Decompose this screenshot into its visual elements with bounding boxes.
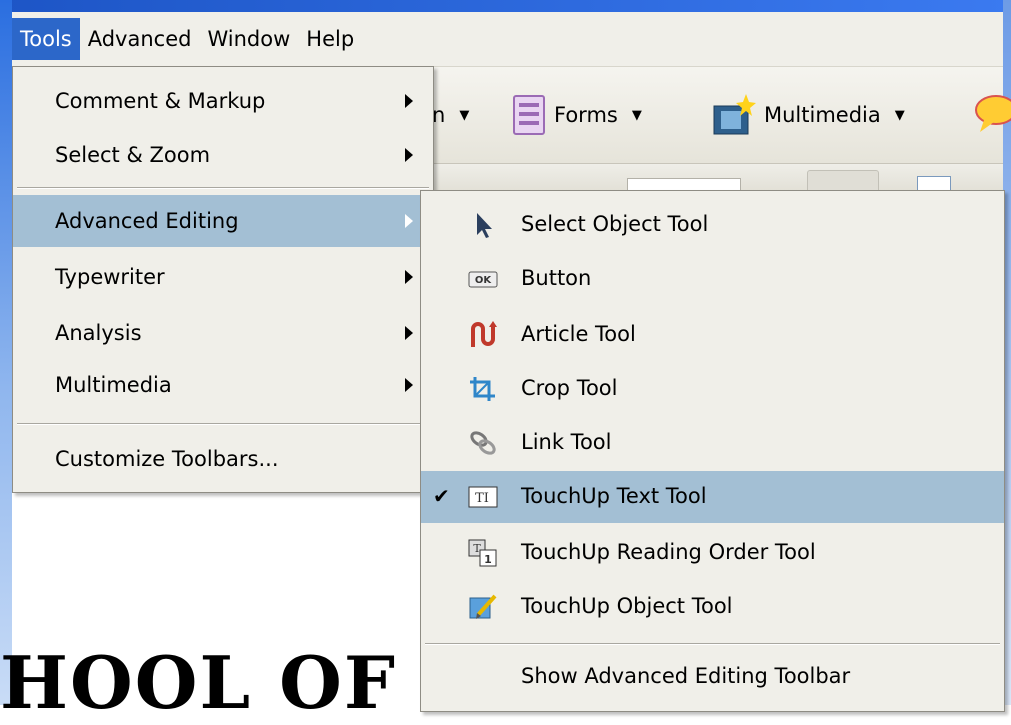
submenu-item-label: TouchUp Object Tool [521,594,733,618]
chevron-down-icon: ▼ [631,107,642,123]
menu-tools[interactable]: Tools [12,18,80,60]
submenu-arrow-icon [405,378,413,392]
menu-separator [17,423,429,425]
multimedia-icon [713,94,756,135]
submenu-item-label: TouchUp Reading Order Tool [521,540,816,564]
submenu-arrow-icon [405,326,413,340]
menu-window[interactable]: Window [199,18,298,60]
submenu-item-crop-tool[interactable]: Crop Tool [421,363,1004,415]
touchup-object-icon [469,594,497,619]
submenu-arrow-icon [405,270,413,284]
menu-item-label: Typewriter [55,265,165,289]
menu-item-analysis[interactable]: Analysis [13,307,433,359]
touchup-reading-order-icon: T 1 [468,539,497,567]
document-heading-text: HOOL OF N [0,640,492,725]
submenu-item-label: Article Tool [521,322,636,346]
submenu-item-article-tool[interactable]: Article Tool [421,309,1004,361]
submenu-item-label: Crop Tool [521,376,618,400]
submenu-item-label: Show Advanced Editing Toolbar [521,664,851,688]
svg-text:OK: OK [475,275,493,286]
multimedia-button[interactable]: Multimedia ▼ [712,94,905,135]
menu-item-customize-toolbars[interactable]: Customize Toolbars... [13,433,433,485]
submenu-item-show-advanced-editing-toolbar[interactable]: Show Advanced Editing Toolbar [421,651,1004,703]
submenu-arrow-icon [405,214,413,228]
submenu-item-select-object-tool[interactable]: Select Object Tool [421,199,1004,251]
menu-item-advanced-editing[interactable]: Advanced Editing [13,195,433,247]
chevron-down-icon: ▼ [459,107,470,123]
menu-advanced[interactable]: Advanced [80,18,200,60]
menu-item-label: Customize Toolbars... [55,447,279,471]
menu-item-multimedia[interactable]: Multimedia [13,359,433,411]
menu-help[interactable]: Help [298,18,362,60]
submenu-item-label: TouchUp Text Tool [521,484,707,508]
multimedia-label: Multimedia [764,103,881,127]
menu-item-select-zoom[interactable]: Select & Zoom [13,129,433,181]
submenu-item-label: Link Tool [521,430,612,454]
submenu-item-button[interactable]: OK Button [421,253,1004,305]
submenu-item-touchup-reading-order-tool[interactable]: T 1 TouchUp Reading Order Tool [421,527,1004,579]
slide-left-border [0,0,12,705]
touchup-text-icon: TI [468,486,498,508]
checkmark-icon: ✔ [433,484,450,508]
menu-item-label: Select & Zoom [55,143,211,167]
submenu-item-touchup-text-tool[interactable]: ✔ TI TouchUp Text Tool [421,471,1004,523]
cursor-arrow-icon [477,213,492,238]
submenu-item-link-tool[interactable]: Link Tool [421,417,1004,469]
submenu-arrow-icon [405,148,413,162]
crop-tool-icon [470,377,495,401]
submenu-arrow-icon [405,94,413,108]
menu-item-comment-markup[interactable]: Comment & Markup [13,75,433,127]
menu-item-label: Analysis [55,321,142,345]
comment-bubble-icon[interactable] [972,92,1011,134]
article-tool-icon [471,321,497,347]
forms-label: Forms [554,103,618,127]
svg-text:TI: TI [475,491,489,506]
submenu-item-touchup-object-tool[interactable]: TouchUp Object Tool [421,581,1004,633]
advanced-editing-submenu: Select Object Tool OK Button Article Too… [420,190,1005,712]
ok-button-icon: OK [468,271,498,288]
menu-bar: Tools Advanced Window Help [12,12,1003,67]
menu-item-label: Advanced Editing [55,209,239,233]
menu-item-typewriter[interactable]: Typewriter [13,251,433,303]
submenu-item-label: Select Object Tool [521,212,709,236]
submenu-item-label: Button [521,266,592,290]
menu-item-label: Multimedia [55,373,172,397]
link-chain-icon [470,431,496,455]
svg-text:1: 1 [484,553,492,566]
menu-item-label: Comment & Markup [55,89,266,113]
slide-top-border [0,0,1011,12]
forms-icon [513,95,545,135]
forms-button[interactable]: Forms ▼ [512,95,642,135]
chevron-down-icon: ▼ [894,107,905,123]
tools-menu: Comment & Markup Select & Zoom Advanced … [12,66,434,493]
menu-separator [425,643,1000,645]
toolbar-partial-button[interactable]: n ▼ [432,95,469,135]
menu-separator [17,187,429,189]
